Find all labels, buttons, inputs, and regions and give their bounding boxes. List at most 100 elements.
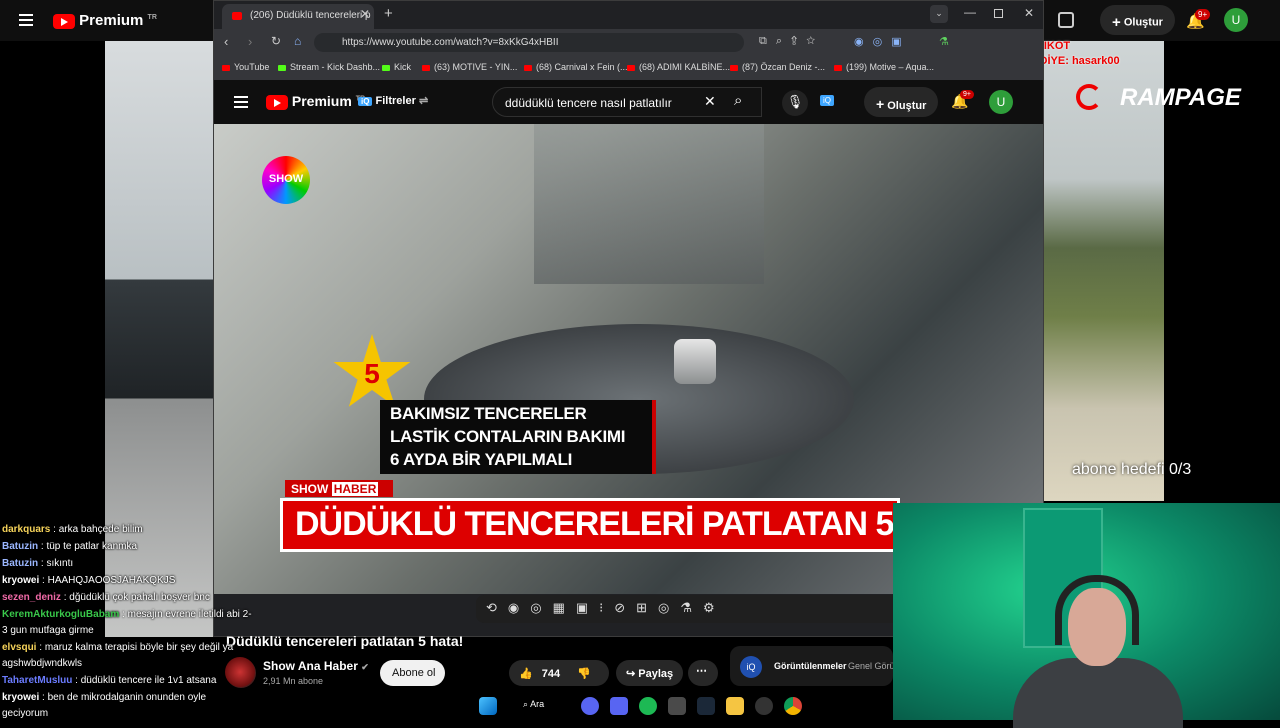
bookmark-item[interactable]: Stream - Kick Dashb... bbox=[278, 62, 380, 72]
verified-icon: ✔ bbox=[361, 662, 369, 672]
channel-name-wrap[interactable]: Show Ana Haber ✔ bbox=[263, 659, 369, 673]
search-input[interactable]: ddüdüklü tencere nasıl patlatılır bbox=[492, 87, 762, 117]
chat-message: elvsqui : maruz kalma terapisi böyle bir… bbox=[2, 642, 234, 669]
lab-icon[interactable]: ⚗ bbox=[939, 35, 949, 48]
plus-icon: + bbox=[1112, 14, 1121, 31]
tab-close-icon[interactable]: ✕ bbox=[360, 7, 370, 21]
bookmarks-bar: YouTube Stream - Kick Dashb... Kick (63)… bbox=[214, 56, 1043, 80]
show-haber-label: SHOW HABER bbox=[285, 480, 393, 497]
bookmark-item[interactable]: YouTube bbox=[222, 62, 269, 72]
pot-shape bbox=[534, 124, 764, 284]
views-tab[interactable]: Görüntülenmeler bbox=[774, 661, 847, 671]
general-tab[interactable]: Genel Görü bbox=[848, 661, 895, 671]
menu-icon[interactable] bbox=[19, 19, 33, 21]
yt-logo-icon bbox=[266, 94, 288, 110]
bookmark-item[interactable]: (199) Motive – Aqua... bbox=[834, 62, 934, 72]
minimize-icon[interactable]: — bbox=[964, 5, 976, 19]
bookmark-item[interactable]: (63) MOTIVE - YIN... bbox=[422, 62, 517, 72]
tab-search-icon[interactable]: ⌄ bbox=[930, 5, 948, 23]
search-value: ddüdüklü tencere nasıl patlatılır bbox=[505, 96, 672, 110]
window-close-icon[interactable]: ✕ bbox=[1024, 6, 1034, 20]
chat-message: kryowei : ben de mikrodalganin onunden o… bbox=[2, 692, 207, 719]
views-panel: iQ Görüntülenmeler Genel Görü bbox=[730, 646, 895, 686]
like-dislike-group: 👍 744 👎 bbox=[509, 660, 609, 686]
browser-tab[interactable]: (206) Düdüklü tencereleri p bbox=[222, 4, 374, 29]
bookmark-item[interactable]: Kick bbox=[382, 62, 411, 72]
youtube-logo-icon bbox=[53, 13, 75, 29]
taskbar-search[interactable]: ⌕ Ara bbox=[523, 699, 544, 710]
discord-icon[interactable] bbox=[610, 697, 628, 715]
subscribe-button[interactable]: Abone ol bbox=[380, 660, 445, 686]
chat-message: Batuzin : tüp te patlar kanmka bbox=[2, 541, 138, 552]
more-actions-icon[interactable]: ⋯ bbox=[688, 660, 718, 686]
filters-button[interactable]: iQ Filtreler ⇌ bbox=[358, 94, 428, 107]
yt-avatar[interactable]: U bbox=[989, 90, 1013, 114]
home-icon[interactable]: ⌂ bbox=[294, 34, 301, 48]
url-text: https://www.youtube.com/watch?v=8xKkG4xH… bbox=[342, 37, 559, 48]
create-button[interactable]: + Oluştur bbox=[864, 87, 939, 117]
filter-sliders-icon: ⇌ bbox=[418, 95, 429, 107]
settings-icon[interactable] bbox=[668, 697, 686, 715]
chrome-icon[interactable] bbox=[784, 697, 802, 715]
tab-strip: (206) Düdüklü tencereleri p ✕ + ⌄ — ✕ bbox=[214, 1, 1043, 29]
show-word: SHOW bbox=[291, 482, 329, 496]
caption-line: BAKIMSIZ TENCERELER bbox=[390, 404, 587, 423]
bookmark-item[interactable]: (68) Carnival x Fein (... bbox=[524, 62, 628, 72]
app-icon[interactable] bbox=[581, 697, 599, 715]
back-icon[interactable]: ‹ bbox=[224, 34, 228, 49]
file-explorer-icon[interactable] bbox=[726, 697, 744, 715]
rampage-logo-icon bbox=[1076, 84, 1102, 110]
cooker-valve-shape bbox=[674, 339, 716, 384]
headphones-icon bbox=[1055, 575, 1139, 645]
yt-menu-icon[interactable] bbox=[234, 101, 248, 103]
outer-brand-region: TR bbox=[147, 14, 157, 21]
clear-search-icon[interactable]: ✕ bbox=[704, 93, 716, 110]
voice-search-icon[interactable]: 🎙 bbox=[782, 90, 808, 116]
outer-create-button[interactable]: + Oluştur bbox=[1100, 5, 1175, 35]
url-field[interactable]: https://www.youtube.com/watch?v=8xKkG4xH… bbox=[314, 33, 744, 52]
chat-message: darkquars : arka bahçede bilim bbox=[2, 524, 143, 535]
start-icon[interactable] bbox=[479, 697, 497, 715]
player-control-icons[interactable]: ⟲◉◎▦▣⁝⊘⊞◎⚗⚙ bbox=[486, 600, 726, 616]
channel-name: Show Ana Haber bbox=[263, 659, 358, 673]
share-icon: ↪ bbox=[626, 668, 636, 680]
chat-message: TaharetMusluu : düdüklü tencere ile 1v1 … bbox=[2, 675, 217, 686]
yt-logo[interactable]: Premium TR bbox=[266, 93, 365, 110]
bookmark-item[interactable]: (87) Özcan Deniz -... bbox=[730, 62, 825, 72]
yt-brand-text: Premium bbox=[291, 93, 352, 109]
extensions-icon[interactable]: ◉◎▣ bbox=[854, 35, 911, 48]
sponsor-logo-text: RAMPAGE bbox=[1120, 84, 1241, 111]
chat-message: kryowei : HAAHQJAOOSJAHAKQKJS bbox=[2, 575, 176, 586]
search-icon[interactable]: ⌕ bbox=[734, 92, 742, 109]
bookmark-item[interactable]: (68) ADIMI KALBİNE... bbox=[627, 62, 730, 72]
create-label: Oluştur bbox=[887, 100, 927, 112]
dislike-icon[interactable]: 👎 bbox=[577, 668, 591, 680]
reload-icon[interactable]: ↻ bbox=[271, 34, 281, 48]
obs-icon[interactable] bbox=[755, 697, 773, 715]
filters-label: Filtreler bbox=[375, 95, 416, 107]
trophy-icon[interactable] bbox=[1058, 12, 1074, 28]
iq-stats-icon: iQ bbox=[740, 656, 762, 678]
notifications-badge: 9+ bbox=[960, 90, 974, 99]
outer-logo[interactable]: Premium TR bbox=[53, 12, 157, 29]
caption-line: LASTİK CONTALARIN BAKIMI bbox=[390, 427, 626, 446]
chat-message: sezen_deniz : dğüdüklü çok pahalı boşver… bbox=[2, 592, 210, 603]
tab-title: (206) Düdüklü tencereleri p bbox=[250, 10, 371, 21]
create-plus-icon: + bbox=[876, 96, 885, 112]
outer-avatar[interactable]: U bbox=[1224, 8, 1248, 32]
youtube-favicon-icon bbox=[232, 12, 242, 20]
maximize-icon[interactable] bbox=[994, 9, 1003, 18]
steam-icon[interactable] bbox=[697, 697, 715, 715]
subscriber-count: 2,91 Mn abone bbox=[263, 676, 324, 686]
outer-create-label: Oluştur bbox=[1123, 16, 1163, 29]
spotify-icon[interactable] bbox=[639, 697, 657, 715]
iq-extension-icon[interactable]: iQ bbox=[820, 95, 834, 106]
taskbar-search-label: Ara bbox=[530, 699, 545, 709]
news-ticker: DÜDÜKLÜ TENCERELERİ PATLATAN 5 HATA bbox=[280, 498, 900, 552]
share-button[interactable]: ↪ Paylaş bbox=[616, 660, 684, 686]
stream-chat: darkquars : arka bahçede bilim Batuzin :… bbox=[0, 505, 252, 720]
new-tab-button[interactable]: + bbox=[384, 5, 393, 22]
address-bar-actions-icon[interactable]: ⧉⌕⇪☆ bbox=[759, 35, 824, 48]
forward-icon[interactable]: › bbox=[248, 34, 252, 49]
like-icon[interactable]: 👍 bbox=[519, 668, 533, 680]
